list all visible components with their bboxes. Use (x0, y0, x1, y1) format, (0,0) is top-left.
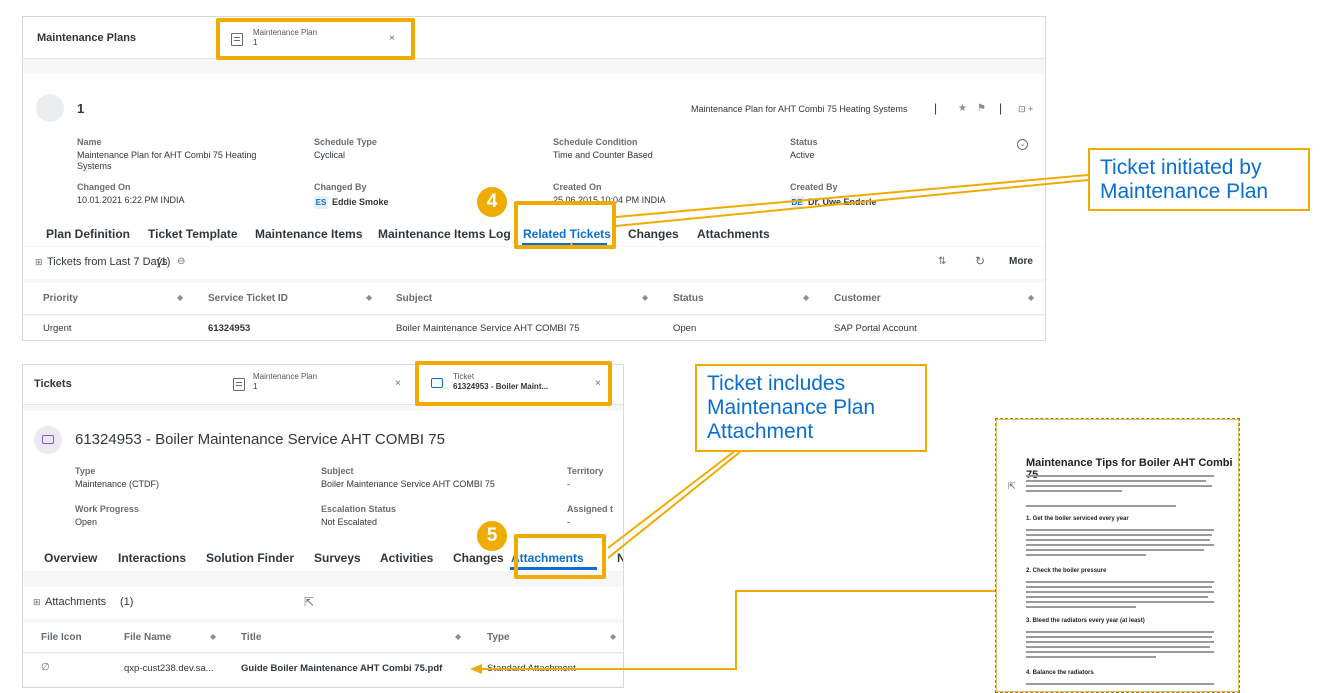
text-line (1026, 490, 1122, 492)
text-line (1026, 485, 1212, 487)
text-line (1026, 656, 1156, 658)
callout-ticket-initiated: Ticket initiated by Maintenance Plan (1088, 148, 1310, 211)
text-line (1026, 651, 1214, 653)
document-title: Maintenance Tips for Boiler AHT Combi 75 (1026, 457, 1233, 481)
text-line (1026, 549, 1204, 551)
text-line (1026, 586, 1212, 588)
attachment-document-preview: Maintenance Tips for Boiler AHT Combi 75… (995, 418, 1240, 693)
document-heading: 2. Check the boiler pressure (1026, 568, 1107, 574)
callout-text: Maintenance Plan (707, 396, 876, 419)
text-line (1026, 641, 1214, 643)
text-line (1026, 554, 1146, 556)
text-line (1026, 601, 1214, 603)
text-line (1026, 534, 1212, 536)
text-line (1026, 581, 1214, 583)
text-line (1026, 480, 1206, 482)
callout-text: Ticket initiated by (1100, 156, 1262, 179)
text-line (1026, 505, 1176, 507)
mouse-pointer-icon: ⇱ (1008, 481, 1016, 491)
text-line (1026, 631, 1214, 633)
callout-text: Ticket includes (707, 372, 846, 395)
text-line (1026, 475, 1214, 477)
document-heading: 1. Get the boiler serviced every year (1026, 516, 1129, 522)
text-line (1026, 636, 1212, 638)
document-heading: 4. Balance the radiators (1026, 670, 1094, 676)
callout-text: Maintenance Plan (1100, 180, 1269, 203)
text-line (1026, 646, 1210, 648)
callout-text: Attachment (707, 420, 814, 443)
text-line (1026, 606, 1136, 608)
callout-ticket-includes-attachment: Ticket includes Maintenance Plan Attachm… (695, 364, 927, 452)
text-line (1026, 539, 1210, 541)
text-line (1026, 596, 1208, 598)
text-line (1026, 529, 1214, 531)
text-line (1026, 544, 1214, 546)
text-line (1026, 591, 1214, 593)
text-line (1026, 683, 1214, 685)
document-heading: 3. Bleed the radiators every year (at le… (1026, 618, 1145, 624)
